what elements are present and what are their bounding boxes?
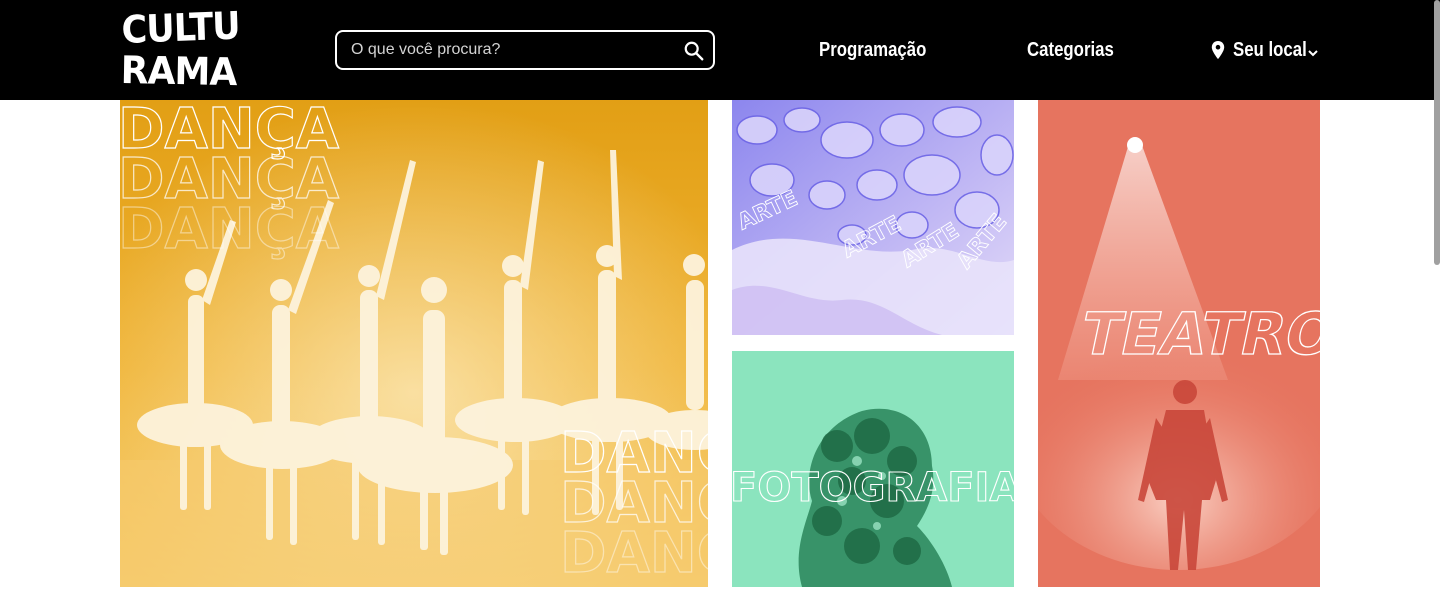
danca-word-top-3: DANÇA	[120, 197, 340, 262]
category-card-teatro[interactable]: TEATRO	[1038, 100, 1320, 587]
danca-word-bottom-3: DANÇA	[560, 521, 708, 586]
arte-card-image: ARTE ARTE ARTE ARTE	[732, 100, 1014, 335]
category-card-danca[interactable]: DANÇA DANÇA DANÇA DANÇA DANÇA DANÇA	[120, 100, 708, 587]
fotografia-word: FOTOGRAFIA	[732, 465, 1014, 511]
teatro-card-image: TEATRO	[1038, 100, 1320, 587]
search-box	[335, 30, 715, 70]
danca-card-image: DANÇA DANÇA DANÇA DANÇA DANÇA DANÇA	[120, 100, 708, 587]
category-card-fotografia[interactable]: FOTOGRAFIA	[732, 351, 1014, 587]
page-scrollbar[interactable]	[1434, 0, 1440, 265]
search-input[interactable]	[351, 38, 671, 62]
teatro-word: TEATRO	[1075, 301, 1320, 368]
logo-line-1: CULTU	[120, 3, 241, 52]
location-label: Seu local	[1233, 39, 1307, 61]
nav-programacao-link[interactable]: Programação	[819, 37, 926, 63]
teatro-outline-words: TEATRO	[1074, 300, 1320, 369]
category-card-arte[interactable]: ARTE ARTE ARTE ARTE	[732, 100, 1014, 335]
nav-categorias-link[interactable]: Categorias	[1027, 37, 1114, 63]
map-pin-icon	[1211, 41, 1225, 59]
culturama-logo[interactable]: CULTU RAMA	[120, 4, 240, 95]
fotografia-outline-words: FOTOGRAFIA	[732, 464, 1014, 511]
fotografia-card-image: FOTOGRAFIA	[732, 351, 1014, 587]
location-selector[interactable]: Seu local	[1211, 37, 1319, 63]
top-header: CULTU RAMA Programação Categorias Seu lo…	[0, 0, 1440, 100]
search-icon[interactable]	[683, 40, 705, 62]
chevron-down-icon	[1308, 50, 1318, 57]
logo-line-2: RAMA	[120, 48, 237, 95]
